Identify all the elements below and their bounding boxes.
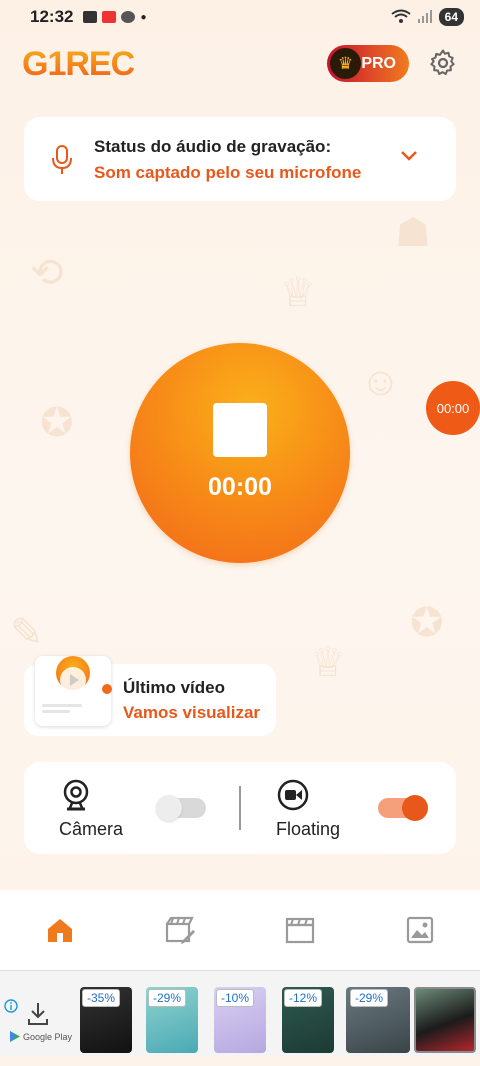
- last-video-thumbnail: [35, 656, 111, 726]
- battery-indicator: 64: [438, 8, 464, 26]
- decorative-trophy-icon: ♕: [280, 271, 316, 315]
- ad-discount-4: -12%: [284, 989, 323, 1007]
- decorative-share-icon: ⟲: [30, 251, 64, 295]
- floating-video-icon: [277, 779, 309, 811]
- download-icon: [28, 1003, 48, 1025]
- record-timer: 00:00: [208, 473, 272, 501]
- last-video-title: Último vídeo: [123, 678, 226, 697]
- pro-button[interactable]: ♛ PRO: [327, 45, 409, 82]
- last-video-link: Vamos visualizar: [123, 703, 261, 722]
- signal-icon: [417, 10, 432, 23]
- chat-notification-icon: [121, 11, 136, 23]
- ad-banner[interactable]: Google Play -35% -29% -10% -12% -29%: [0, 970, 480, 1056]
- floating-toggle[interactable]: [378, 795, 428, 821]
- google-play-icon: [10, 1031, 20, 1042]
- status-bar: 12:32 ● 64: [0, 0, 480, 34]
- app-notification-icon: [102, 11, 117, 23]
- decorative-trophy-icon-2: ♕: [310, 641, 346, 685]
- pro-label: PRO: [361, 54, 396, 72]
- stop-icon: [213, 403, 267, 457]
- bottom-navigation: [0, 890, 480, 970]
- nav-video-edit-icon[interactable]: [164, 914, 196, 946]
- app-header: G1REC ♛ PRO: [22, 44, 462, 84]
- overlay-toggles-card: Câmera Floating: [24, 762, 456, 854]
- audio-status-title: Status do áudio de gravação:: [94, 137, 332, 156]
- floating-recorder-bubble[interactable]: 00:00: [426, 381, 480, 435]
- ad-discount-5: -29%: [350, 989, 389, 1007]
- microphone-icon: [52, 145, 72, 174]
- toggles-divider: [239, 786, 241, 830]
- ad-product-phone-6[interactable]: [414, 987, 476, 1053]
- decorative-medal-icon-2: ✪: [410, 601, 444, 645]
- play-icon: [60, 667, 86, 693]
- camera-toggle[interactable]: [156, 795, 206, 821]
- wifi-icon: [391, 9, 411, 23]
- decorative-robot-icon: ☺: [360, 360, 401, 404]
- google-play-badge: Google Play: [10, 1031, 72, 1042]
- ad-discount-2: -29%: [148, 989, 187, 1007]
- google-play-label: Google Play: [23, 1031, 73, 1042]
- app-logo: G1REC: [22, 44, 135, 83]
- decorative-ghost-icon: ☗: [395, 211, 431, 255]
- camera-toggle-label: Câmera: [59, 819, 124, 839]
- settings-gear-icon[interactable]: [428, 48, 458, 78]
- video-notification-icon: [83, 11, 98, 23]
- thumbnail-text-lines: [42, 704, 82, 716]
- ad-info-icon[interactable]: [4, 999, 18, 1013]
- audio-status-card[interactable]: Status do áudio de gravação: Som captado…: [24, 117, 456, 201]
- crown-icon: ♛: [330, 48, 361, 79]
- floating-timer: 00:00: [436, 400, 470, 416]
- status-time: 12:32: [30, 7, 74, 26]
- audio-status-value: Som captado pelo seu microfone: [94, 163, 362, 182]
- ad-discount-1: -35%: [82, 989, 121, 1007]
- camera-toggle-knob: [156, 795, 182, 821]
- nav-image-icon[interactable]: [404, 914, 436, 946]
- nav-home-icon[interactable]: [44, 914, 76, 946]
- ad-discount-3: -10%: [216, 989, 255, 1007]
- last-video-card[interactable]: Último vídeo Vamos visualizar: [24, 656, 276, 736]
- decorative-medal-icon: ✪: [40, 401, 74, 445]
- floating-toggle-label: Floating: [276, 819, 341, 839]
- webcam-icon: [63, 779, 89, 811]
- decorative-pencil-icon: ✎: [10, 611, 44, 655]
- new-video-dot: [102, 684, 112, 694]
- floating-toggle-knob: [402, 795, 428, 821]
- more-notifications-icon: ●: [140, 11, 147, 23]
- record-stop-button[interactable]: 00:00: [130, 343, 350, 563]
- chevron-down-icon[interactable]: [400, 149, 418, 163]
- nav-clapper-icon[interactable]: [284, 914, 316, 946]
